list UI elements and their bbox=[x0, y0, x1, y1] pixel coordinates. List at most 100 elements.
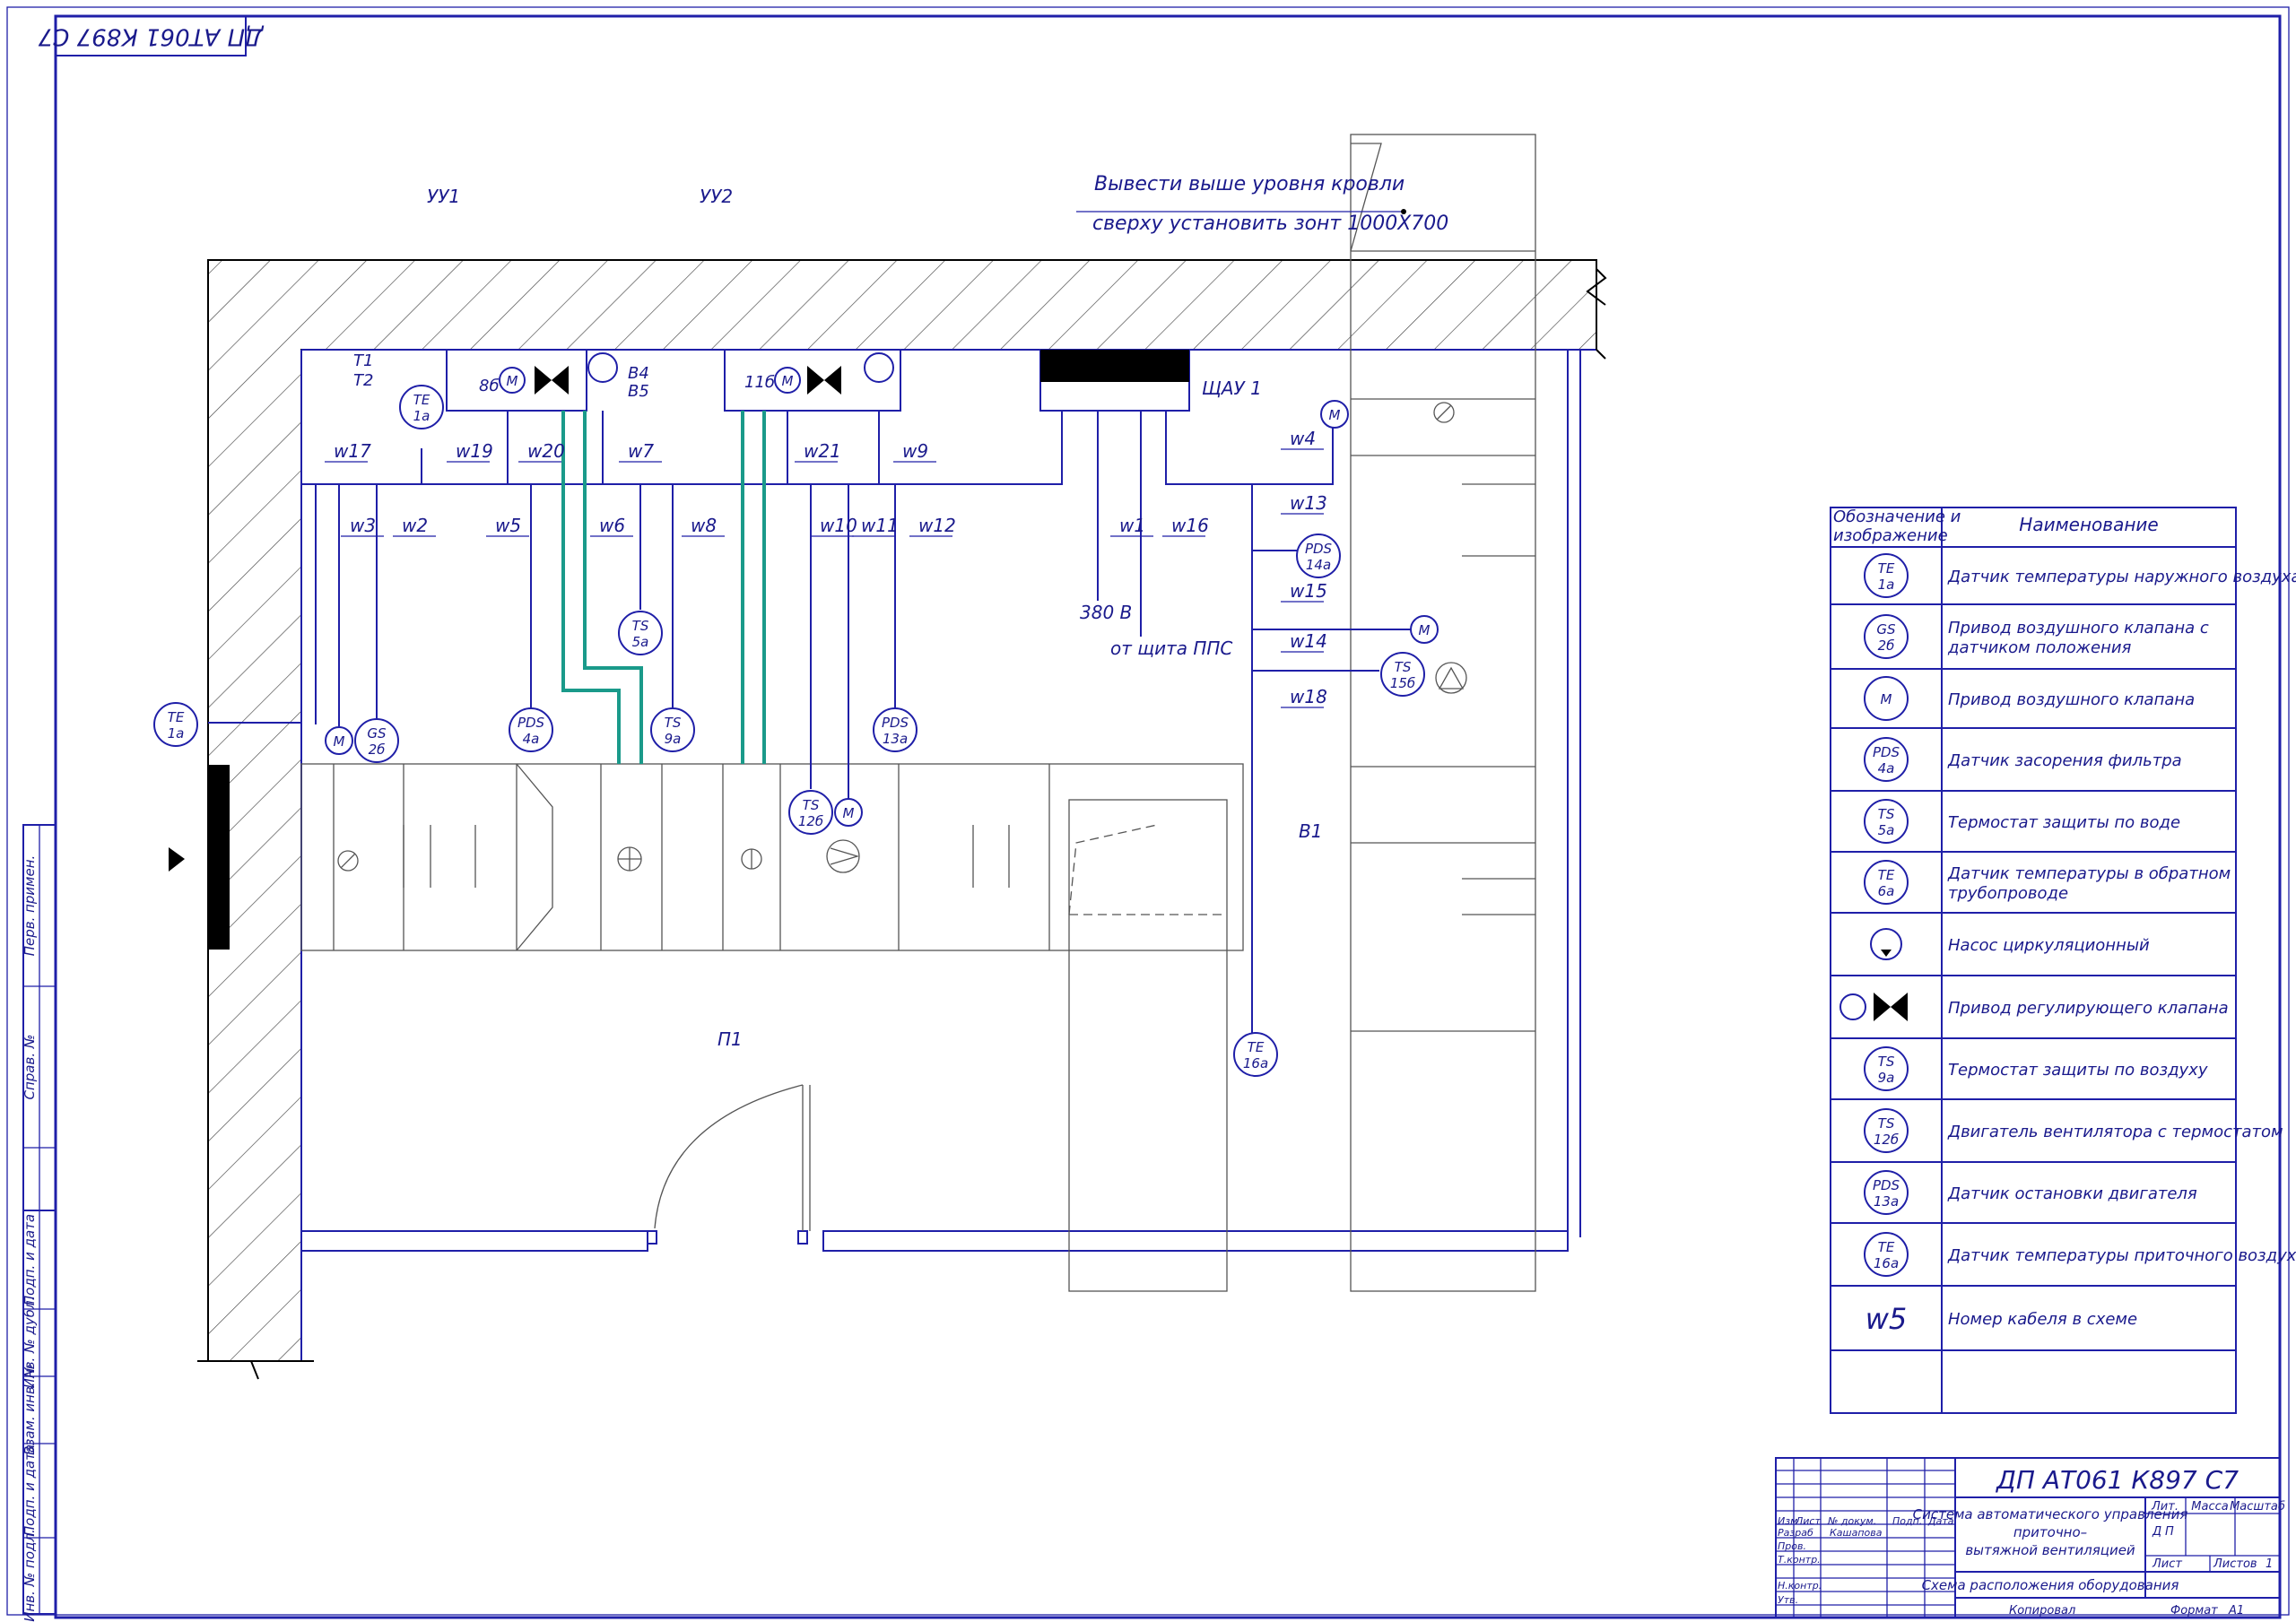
label-11b: 11б bbox=[744, 373, 775, 392]
label-8b: 8б bbox=[479, 377, 500, 395]
cable-label-w1: w1 bbox=[1119, 515, 1145, 536]
sensor-pds13a-num: 13а bbox=[883, 731, 908, 747]
side-stamp-label: Взам. инв. № bbox=[22, 1364, 38, 1455]
legend-name: Датчик температуры наружного воздуха bbox=[1947, 568, 2296, 586]
title-code: ДП АТ061 К897 С7 bbox=[1995, 1465, 2239, 1495]
motor-label: М bbox=[1419, 622, 1431, 638]
legend-symbol-code: TS bbox=[1878, 806, 1895, 822]
sensor-ts5a-code: TS bbox=[632, 618, 649, 634]
legend-name: Датчик засорения фильтра bbox=[1947, 751, 2182, 770]
sensor-pds13a-code: PDS bbox=[882, 715, 909, 731]
sensor-ts15b-code: TS bbox=[1395, 659, 1412, 675]
legend-symbol-text: w5 bbox=[1866, 1302, 1908, 1336]
actuator-icon bbox=[1839, 993, 1866, 1020]
legend-name: датчиком положения bbox=[1947, 638, 2132, 657]
building-walls bbox=[197, 259, 1607, 1380]
lit-value-d: Д bbox=[2152, 1525, 2161, 1539]
legend-name: Датчик температуры приточного воздуха bbox=[1947, 1246, 2296, 1265]
sensor-ts9a-num: 9а bbox=[665, 731, 682, 747]
side-stamp-label: Инв. № подл. bbox=[22, 1529, 38, 1621]
sheet-title: Схема расположения оборудования bbox=[1922, 1577, 2179, 1593]
cable-label-w17: w17 bbox=[334, 440, 371, 462]
sensor-ts9a-code: TS bbox=[665, 715, 682, 731]
format-value: А1 bbox=[2228, 1604, 2244, 1618]
legend-header-col1-line2: изображение bbox=[1833, 526, 1948, 545]
col-header: № докум. bbox=[1827, 1515, 1876, 1527]
scale-label: Масштаб bbox=[2230, 1500, 2285, 1514]
cable-label-w10: w10 bbox=[820, 515, 857, 536]
legend-symbol-code: PDS bbox=[1873, 744, 1900, 760]
motor-label: М bbox=[507, 373, 518, 389]
system-title-line3: вытяжной вентиляцией bbox=[1965, 1542, 2135, 1558]
sensor-te1a-num: 1а bbox=[168, 725, 185, 742]
legend-symbol-code: GS bbox=[1876, 621, 1896, 638]
intake-grille bbox=[208, 765, 230, 950]
label-b4: В4 bbox=[628, 364, 649, 383]
legend-header-col2: Наименование bbox=[2019, 514, 2158, 535]
copied-label: Копировал bbox=[2009, 1604, 2075, 1618]
sheets-label: Листов bbox=[2213, 1557, 2257, 1571]
cable-label-w11: w11 bbox=[861, 515, 899, 536]
legend-symbol-num: 9а bbox=[1878, 1070, 1895, 1086]
cable-label-w16: w16 bbox=[1171, 515, 1209, 536]
system-title-line1: Система автоматического управления bbox=[1913, 1506, 2188, 1522]
label-b5: В5 bbox=[628, 382, 649, 401]
title-block: ДП АТ061 К897 С7 Система автоматического… bbox=[1775, 1457, 2285, 1618]
sensor-gs2b-code: GS bbox=[367, 725, 387, 742]
note-line-1: Вывести выше уровня кровли bbox=[1094, 173, 1405, 195]
cable-labels: w17 w3 w2 w19 w20 w5 w6 w7 w8 w21 w10 w11 w9 w12 w1 w16… bbox=[325, 428, 1327, 708]
legend-symbol-num: 6а bbox=[1878, 883, 1895, 899]
cable-label-w15: w15 bbox=[1290, 580, 1327, 602]
cable-label-w12: w12 bbox=[918, 515, 956, 536]
legend-header-col1: Обозначение и bbox=[1833, 507, 1961, 526]
role-label: Утв. bbox=[1778, 1594, 1798, 1606]
cable-label-w8: w8 bbox=[691, 515, 717, 536]
top-code-text: ДП АТ061 К897 С7 bbox=[38, 23, 264, 50]
label-380v: 380 В bbox=[1080, 602, 1132, 623]
sheet-label: Лист bbox=[2152, 1557, 2182, 1571]
cable-label-w2: w2 bbox=[402, 515, 428, 536]
legend-symbol-code: PDS bbox=[1873, 1177, 1900, 1193]
cable-label-w5: w5 bbox=[495, 515, 521, 536]
supply-unit-p1 bbox=[300, 763, 1244, 951]
outer-border bbox=[6, 6, 2290, 1616]
sensor-ts12b-num: 12б bbox=[798, 813, 823, 829]
format-label: Формат bbox=[2170, 1604, 2218, 1618]
legend-symbol-code: TS bbox=[1878, 1115, 1895, 1132]
author-name: Кашапова bbox=[1830, 1527, 1883, 1539]
legend-name: Двигатель вентилятора с термостатом bbox=[1947, 1123, 2283, 1141]
col-header: Дата bbox=[1927, 1515, 1954, 1527]
sensor-pds4a-num: 4а bbox=[523, 731, 540, 747]
side-stamp: Перв. примен. Справ. № Подп. и дата Инв.… bbox=[22, 824, 57, 1622]
cable-label-w21: w21 bbox=[804, 440, 841, 462]
sensor-ts5a-num: 5а bbox=[632, 634, 649, 650]
label-t1: Т1 bbox=[353, 351, 373, 370]
legend-name: Привод регулирующего клапана bbox=[1948, 999, 2229, 1018]
label-pps: от щита ППС bbox=[1110, 638, 1232, 659]
mass-label: Масса bbox=[2191, 1500, 2228, 1514]
cable-label-w20: w20 bbox=[527, 440, 565, 462]
legend-symbol-num: 1а bbox=[1878, 577, 1895, 593]
legend-symbol-num: 4а bbox=[1878, 760, 1895, 776]
legend-symbol-code: ТЕ bbox=[1878, 1239, 1895, 1255]
legend-name: Датчик температуры в обратном bbox=[1947, 864, 2231, 883]
legend-symbol-code: ТЕ bbox=[1878, 560, 1895, 577]
legend-symbol-num: 16а bbox=[1874, 1255, 1899, 1271]
equipment-layout-drawing: ДП АТ061 К897 С7 Перв. примен. Справ. № … bbox=[6, 6, 2296, 1622]
sensor-gs2b-num: 2б bbox=[369, 742, 386, 758]
cable-label-w7: w7 bbox=[628, 440, 654, 462]
cable-label-w6: w6 bbox=[599, 515, 625, 536]
label-uu2: УУ2 bbox=[700, 186, 733, 207]
side-stamp-label: Перв. примен. bbox=[22, 855, 38, 957]
sensor-pds14a-code: PDS bbox=[1305, 541, 1333, 557]
legend-symbol-num: 13а bbox=[1874, 1193, 1899, 1210]
cable-label-w19: w19 bbox=[456, 440, 493, 462]
cable-label-w4: w4 bbox=[1290, 428, 1316, 449]
cable-label-w14: w14 bbox=[1290, 630, 1327, 652]
motor-label: М bbox=[1329, 407, 1341, 423]
note-line-2: сверху установить зонт 1000Х700 bbox=[1092, 213, 1448, 235]
sheets-value: 1 bbox=[2266, 1557, 2273, 1571]
role-label: Н.контр. bbox=[1778, 1580, 1822, 1592]
sensor-te1a-num: 1а bbox=[413, 408, 430, 424]
legend-name: Привод воздушного клапана с bbox=[1948, 619, 2209, 638]
